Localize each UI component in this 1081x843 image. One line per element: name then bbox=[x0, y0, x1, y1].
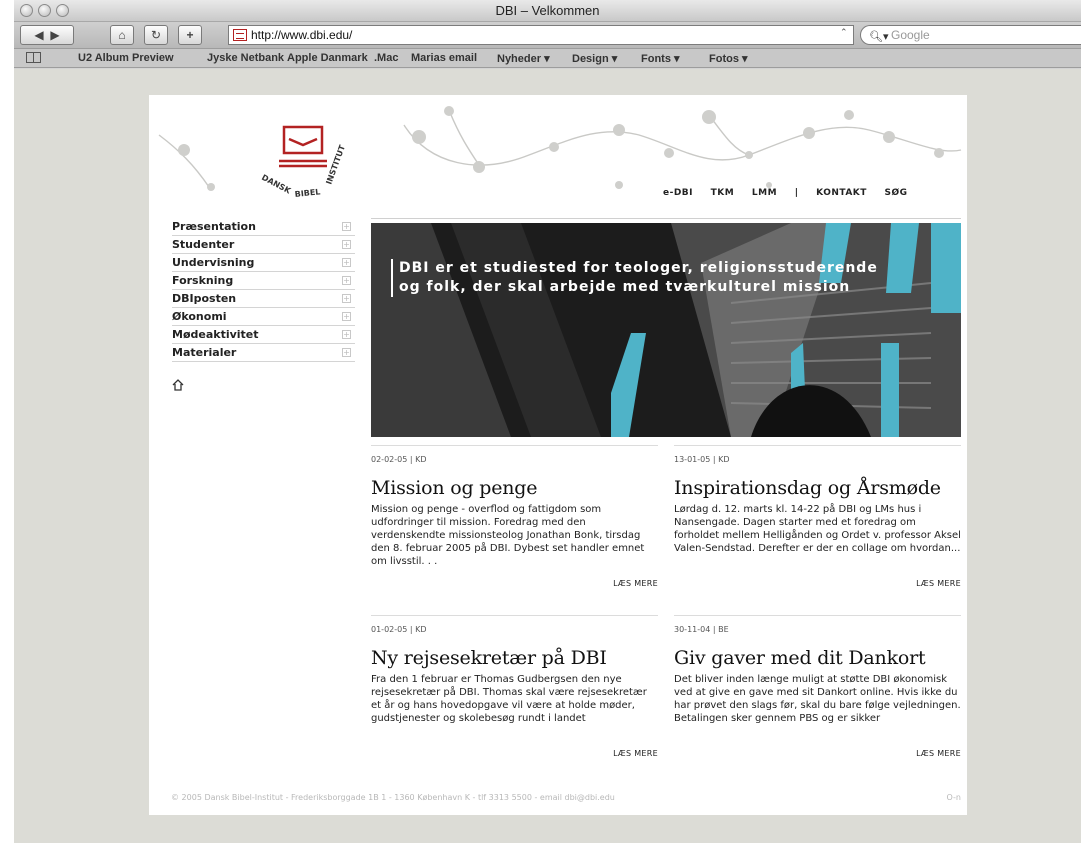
window-title: DBI – Velkommen bbox=[495, 3, 600, 18]
article-title[interactable]: Giv gaver med dit Dankort bbox=[674, 647, 961, 669]
snapback-icon[interactable]: ⌃ bbox=[840, 28, 848, 38]
side-menu: Præsentation + Studenter + Undervisning + F… bbox=[172, 218, 355, 362]
back-forward-buttons[interactable]: ◀ ▶ bbox=[20, 25, 74, 45]
login-key-icon[interactable]: O-n bbox=[947, 793, 961, 802]
nav-lmm[interactable]: LMM bbox=[752, 188, 777, 198]
nav-kontakt[interactable]: KONTAKT bbox=[816, 188, 867, 198]
article-meta: 30-11-04 | BE bbox=[674, 615, 961, 637]
favicon-icon bbox=[233, 29, 247, 41]
read-more-link[interactable]: LÆS MERE bbox=[674, 579, 961, 588]
reload-button[interactable]: ↻ bbox=[144, 25, 168, 45]
expand-icon[interactable]: + bbox=[342, 330, 351, 339]
bookmark-item[interactable]: U2 Album Preview bbox=[78, 52, 174, 64]
article-title[interactable]: Ny rejsesekretær på DBI bbox=[371, 647, 658, 669]
nav-separator: | bbox=[794, 188, 799, 198]
expand-icon[interactable]: + bbox=[342, 258, 351, 267]
bookmark-item[interactable]: Jyske Netbank bbox=[207, 52, 284, 64]
home-button[interactable]: ⌂ bbox=[110, 25, 134, 45]
nav-e-dbi[interactable]: e-DBI bbox=[663, 188, 693, 198]
home-icon: ⌂ bbox=[118, 28, 126, 42]
menu-item-okonomi[interactable]: Økonomi + bbox=[172, 308, 355, 326]
hero-banner: DBI er et studiested for teologer, relig… bbox=[371, 223, 961, 437]
expand-icon[interactable]: + bbox=[342, 348, 351, 357]
bookmark-item[interactable]: Marias email bbox=[411, 52, 477, 64]
book-icon[interactable] bbox=[26, 52, 41, 63]
bookmark-item[interactable]: Apple Danmark bbox=[287, 52, 368, 64]
news-article: 13-01-05 | KD Inspirationsdag og Årsmøde… bbox=[674, 445, 961, 588]
menu-item-studenter[interactable]: Studenter + bbox=[172, 236, 355, 254]
site-page: DANSK BIBEL INSTITUT e-DBI TKM LMM | KON… bbox=[149, 95, 967, 815]
read-more-link[interactable]: LÆS MERE bbox=[371, 749, 658, 758]
svg-text:BIBEL: BIBEL bbox=[294, 187, 321, 199]
bookmarks-bar: U2 Album Preview Jyske Netbank Apple Dan… bbox=[14, 48, 1081, 68]
svg-text:INSTITUT: INSTITUT bbox=[324, 143, 347, 185]
add-bookmark-button[interactable]: + bbox=[178, 25, 202, 45]
article-title[interactable]: Mission og penge bbox=[371, 477, 658, 499]
news-article: 01-02-05 | KD Ny rejsesekretær på DBI Fr… bbox=[371, 615, 658, 758]
site-footer: © 2005 Dansk Bibel-Institut - Frederiksb… bbox=[171, 793, 961, 802]
search-icon: 🔍︎▾ bbox=[869, 31, 889, 43]
article-title[interactable]: Inspirationsdag og Årsmøde bbox=[674, 477, 961, 499]
footer-text: © 2005 Dansk Bibel-Institut - Frederiksb… bbox=[171, 793, 615, 802]
news-article: 30-11-04 | BE Giv gaver med dit Dankort … bbox=[674, 615, 961, 758]
back-arrow-icon[interactable]: ◀ bbox=[34, 28, 43, 42]
article-teaser: Fra den 1 februar er Thomas Gudbergsen d… bbox=[371, 674, 647, 724]
article-meta: 01-02-05 | KD bbox=[371, 615, 658, 637]
menu-item-undervisning[interactable]: Undervisning + bbox=[172, 254, 355, 272]
expand-icon[interactable]: + bbox=[342, 312, 351, 321]
building-photo bbox=[371, 223, 961, 437]
bookmark-menu[interactable]: Fonts ▾ bbox=[641, 52, 680, 65]
bookmark-item[interactable]: .Mac bbox=[374, 52, 398, 64]
reload-icon: ↻ bbox=[150, 28, 162, 42]
read-more-link[interactable]: LÆS MERE bbox=[371, 579, 658, 588]
expand-icon[interactable]: + bbox=[342, 222, 351, 231]
expand-icon[interactable]: + bbox=[342, 294, 351, 303]
article-teaser: Mission og penge - overflod og fattigdom… bbox=[371, 504, 645, 567]
expand-icon[interactable]: + bbox=[342, 240, 351, 249]
bookmark-menu[interactable]: Fotos ▾ bbox=[709, 52, 748, 65]
web-content: DANSK BIBEL INSTITUT e-DBI TKM LMM | KON… bbox=[14, 69, 1081, 843]
article-meta: 02-02-05 | KD bbox=[371, 445, 658, 467]
title-bar: DBI – Velkommen bbox=[14, 0, 1081, 22]
menu-item-dbiposten[interactable]: DBIposten + bbox=[172, 290, 355, 308]
bookmark-menu[interactable]: Nyheder ▾ bbox=[497, 52, 550, 65]
browser-toolbar: ◀ ▶ ⌂ ↻ + http://www.dbi.edu/ ⌃ 🔍︎▾ Goog… bbox=[14, 22, 1081, 48]
menu-item-forskning[interactable]: Forskning + bbox=[172, 272, 355, 290]
read-more-link[interactable]: LÆS MERE bbox=[674, 749, 961, 758]
news-article: 02-02-05 | KD Mission og penge Mission o… bbox=[371, 445, 658, 588]
expand-icon[interactable]: + bbox=[342, 276, 351, 285]
search-field[interactable]: 🔍︎▾ Google bbox=[860, 25, 1081, 45]
home-icon[interactable] bbox=[172, 379, 184, 391]
svg-text:DANSK: DANSK bbox=[260, 173, 293, 196]
nav-tkm[interactable]: TKM bbox=[711, 188, 735, 198]
article-teaser: Det bliver inden længe muligt at støtte … bbox=[674, 674, 961, 724]
hero-tagline: DBI er et studiested for teologer, relig… bbox=[391, 259, 878, 297]
top-navigation: e-DBI TKM LMM | KONTAKT SØG bbox=[649, 188, 908, 198]
menu-item-materialer[interactable]: Materialer + bbox=[172, 344, 355, 362]
dbi-logo[interactable]: DANSK BIBEL INSTITUT bbox=[243, 109, 361, 209]
forward-arrow-icon[interactable]: ▶ bbox=[50, 28, 59, 42]
nav-sog[interactable]: SØG bbox=[885, 188, 908, 198]
address-url: http://www.dbi.edu/ bbox=[251, 28, 353, 42]
address-bar[interactable]: http://www.dbi.edu/ bbox=[228, 25, 854, 45]
search-placeholder: Google bbox=[891, 28, 930, 42]
header-divider bbox=[371, 218, 961, 219]
menu-item-modeaktivitet[interactable]: Mødeaktivitet + bbox=[172, 326, 355, 344]
menu-item-praesentation[interactable]: Præsentation + bbox=[172, 218, 355, 236]
article-teaser: Lørdag d. 12. marts kl. 14-22 på DBI og … bbox=[674, 504, 961, 554]
plus-icon: + bbox=[186, 28, 194, 42]
browser-window: DBI – Velkommen ◀ ▶ ⌂ ↻ + http://www.dbi… bbox=[14, 0, 1081, 843]
bookmark-menu[interactable]: Design ▾ bbox=[572, 52, 617, 65]
article-meta: 13-01-05 | KD bbox=[674, 445, 961, 467]
